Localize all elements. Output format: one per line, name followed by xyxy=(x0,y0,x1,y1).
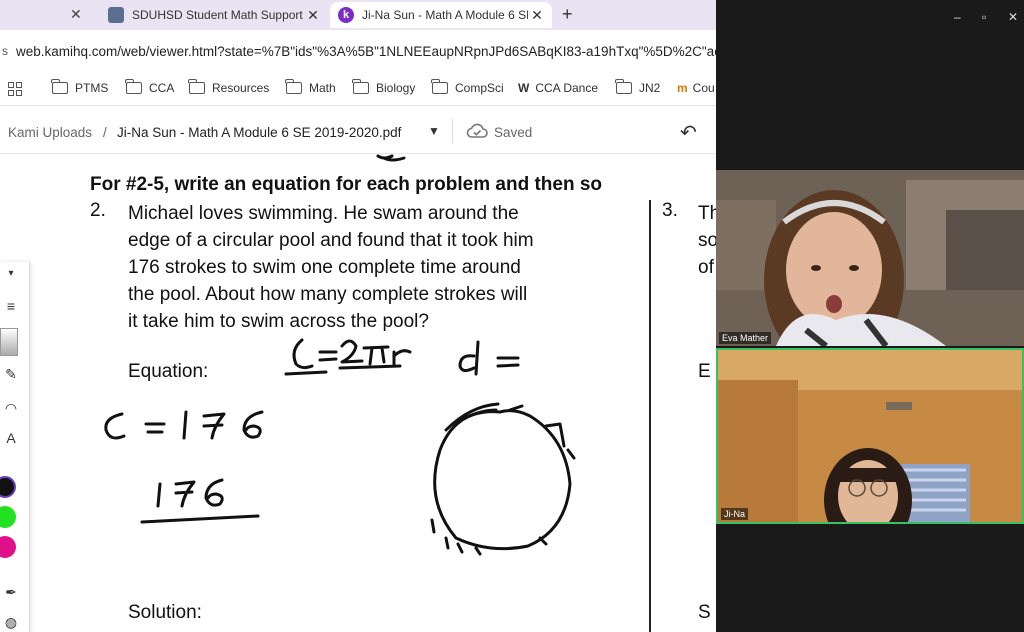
next-question-text: Th so of xyxy=(698,200,716,281)
kami-toolbar: ▾ ≡ ✎ ◠ A ✒ ◍ xyxy=(0,262,30,632)
palette-icon[interactable]: ◍ xyxy=(0,614,22,631)
bookmark-label: Resources xyxy=(212,81,270,95)
folder-icon xyxy=(51,79,68,94)
color-black-swatch[interactable] xyxy=(0,476,16,498)
bookmarks-bar: PTMS CCA Resources Math Biology CompSci … xyxy=(0,72,716,106)
video-call-panel: – ▫ ✕ Eva Mather Ji-Na xyxy=(716,0,1024,632)
participant-name: Eva Mather xyxy=(719,332,772,344)
chevron-down-icon[interactable]: ▼ xyxy=(428,124,440,138)
bookmark-cou[interactable]: m Cou xyxy=(677,81,715,95)
bookmark-label: PTMS xyxy=(75,81,109,95)
toolbar-collapse-icon[interactable]: ▾ xyxy=(0,268,22,279)
close-icon[interactable]: ✕ xyxy=(70,6,82,23)
folder-icon xyxy=(352,79,369,94)
question-line: of xyxy=(698,257,714,278)
question-line: Michael loves swimming. He swam around t… xyxy=(128,203,519,224)
column-divider xyxy=(649,200,651,632)
menu-icon[interactable]: ≡ xyxy=(0,298,22,314)
participant-name: Ji-Na xyxy=(721,508,749,520)
breadcrumb-kami-uploads[interactable]: Kami Uploads xyxy=(8,125,92,140)
course-icon: m xyxy=(677,81,688,95)
bookmark-label: CCA xyxy=(149,81,175,95)
address-bar[interactable]: s web.kamihq.com/web/viewer.html?state=%… xyxy=(0,30,716,72)
undo-icon[interactable]: ↶ xyxy=(680,120,697,145)
apps-grid-icon[interactable] xyxy=(8,82,22,96)
tab-title: SDUHSD Student Math Support xyxy=(132,8,303,22)
wix-icon: W xyxy=(518,81,530,95)
next-equation-label: E xyxy=(698,361,711,382)
shade-icon[interactable] xyxy=(0,328,18,356)
close-tab-icon[interactable]: ✕ xyxy=(304,7,322,24)
question-number: 2. xyxy=(90,200,106,221)
next-question-number: 3. xyxy=(662,200,678,221)
close-tab-icon[interactable]: ✕ xyxy=(528,7,546,24)
protractor-icon[interactable]: ◠ xyxy=(0,400,22,417)
participant-video-eva xyxy=(716,170,1024,346)
question-line: the pool. About how many complete stroke… xyxy=(128,284,528,305)
save-status: Saved xyxy=(494,125,533,140)
browser-window: ✕ SDUHSD Student Math Support ✕ k Ji-Na … xyxy=(0,0,716,632)
bookmark-jn2[interactable]: JN2 xyxy=(615,79,661,95)
bookmark-label: Biology xyxy=(376,81,416,95)
bookmark-cca-dance[interactable]: W CCA Dance xyxy=(518,81,598,95)
kami-favicon-icon: k xyxy=(338,7,354,23)
bookmark-cca[interactable]: CCA xyxy=(125,79,175,95)
folder-icon xyxy=(125,79,142,94)
equation-label: Equation: xyxy=(128,361,209,382)
color-green-swatch[interactable] xyxy=(0,506,16,528)
text-tool-icon[interactable]: A xyxy=(0,430,22,446)
question-text: Michael loves swimming. He swam around t… xyxy=(128,200,648,335)
url-text[interactable]: web.kamihq.com/web/viewer.html?state=%7B… xyxy=(16,44,716,59)
question-line: Th xyxy=(698,203,716,224)
pen-icon[interactable]: ✒ xyxy=(0,584,22,601)
question-line: it take him to swim across the pool? xyxy=(128,311,429,332)
participant-tile[interactable]: Eva Mather xyxy=(716,170,1024,346)
divider xyxy=(452,119,453,143)
minimize-icon[interactable]: – xyxy=(954,10,961,24)
bookmark-label: CCA Dance xyxy=(535,81,599,95)
question-line: edge of a circular pool and found that i… xyxy=(128,230,534,251)
bookmark-compsci[interactable]: CompSci xyxy=(431,79,504,95)
next-solution-label: S xyxy=(698,602,711,623)
bookmark-math[interactable]: Math xyxy=(285,79,336,95)
cloud-saved-icon xyxy=(466,123,488,138)
bookmark-label: Math xyxy=(309,81,336,95)
solution-label: Solution: xyxy=(128,602,202,623)
document-page[interactable]: For #2-5, write an equation for each pro… xyxy=(0,154,716,632)
breadcrumb-separator: / xyxy=(103,125,107,140)
bookmark-label: JN2 xyxy=(639,81,661,95)
bookmark-label: Cou xyxy=(692,81,715,95)
bookmark-ptms[interactable]: PTMS xyxy=(51,79,109,95)
folder-icon xyxy=(431,79,448,94)
color-pink-swatch[interactable] xyxy=(0,536,16,558)
active-speaker-tile[interactable]: Ji-Na xyxy=(716,348,1024,524)
participant-video-jina xyxy=(718,350,1022,522)
tab-strip: ✕ SDUHSD Student Math Support ✕ k Ji-Na … xyxy=(0,0,716,30)
bookmark-resources[interactable]: Resources xyxy=(188,79,270,95)
tab-math-support[interactable]: SDUHSD Student Math Support ✕ xyxy=(100,2,328,28)
bookmark-label: CompSci xyxy=(455,81,504,95)
maximize-icon[interactable]: ▫ xyxy=(982,10,986,24)
document-name[interactable]: Ji-Na Sun - Math A Module 6 SE 2019-2020… xyxy=(117,125,401,140)
kami-header: Kami Uploads / Ji-Na Sun - Math A Module… xyxy=(0,106,716,154)
question-line: 176 strokes to swim one complete time ar… xyxy=(128,257,521,278)
question-line: so xyxy=(698,230,716,251)
bookmark-biology[interactable]: Biology xyxy=(352,79,416,95)
close-icon[interactable]: ✕ xyxy=(1008,10,1018,24)
folder-icon xyxy=(188,79,205,94)
folder-icon xyxy=(615,79,632,94)
site-info-icon[interactable]: s xyxy=(2,44,8,58)
tab-title: Ji-Na Sun - Math A Module 6 SE xyxy=(362,8,528,22)
screen: ✕ SDUHSD Student Math Support ✕ k Ji-Na … xyxy=(0,0,1024,632)
school-favicon-icon xyxy=(108,7,124,23)
marker-icon[interactable]: ✎ xyxy=(0,366,22,383)
new-tab-button[interactable]: + xyxy=(562,4,573,25)
instructions-heading: For #2-5, write an equation for each pro… xyxy=(90,174,603,195)
tab-kami-document[interactable]: k Ji-Na Sun - Math A Module 6 SE ✕ xyxy=(330,2,552,28)
folder-icon xyxy=(285,79,302,94)
